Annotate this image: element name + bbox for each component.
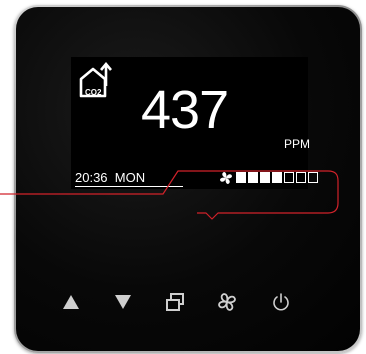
time-value: 20:36 [75,170,108,185]
fan-level-bars [236,172,318,183]
mode-button[interactable] [160,287,190,317]
fan-level-bar [272,172,282,183]
windows-icon [166,293,184,311]
button-row [16,287,360,317]
device-face: CO2 437 PPM 20:36 MON [16,7,360,351]
device-bezel: CO2 437 PPM 20:36 MON [14,5,362,353]
unit-label: PPM [284,137,311,151]
fan-level-bar [284,172,294,183]
fan-level-bar [296,172,306,183]
fan-speed-indicator [219,171,318,185]
lcd-display: CO2 437 PPM 20:36 MON [71,57,318,189]
power-button[interactable] [266,287,296,317]
divider-line [75,186,183,187]
fan-level-bar [308,172,318,183]
triangle-down-icon [115,295,131,309]
thermostat-panel: CO2 437 PPM 20:36 MON [0,0,366,354]
co2-reading: 437 [141,80,229,140]
co2-label: CO2 [85,88,102,97]
fan-level-bar [236,172,246,183]
time-day: 20:36 MON [75,170,145,185]
fan-icon [218,293,236,311]
up-button[interactable] [56,287,86,317]
fan-button[interactable] [212,287,242,317]
day-value: MON [114,170,146,185]
fan-small-icon [220,172,232,184]
down-button[interactable] [108,287,138,317]
fan-level-bar [260,172,270,183]
power-icon [273,293,289,311]
triangle-up-icon [63,295,79,309]
fan-level-bar [248,172,258,183]
